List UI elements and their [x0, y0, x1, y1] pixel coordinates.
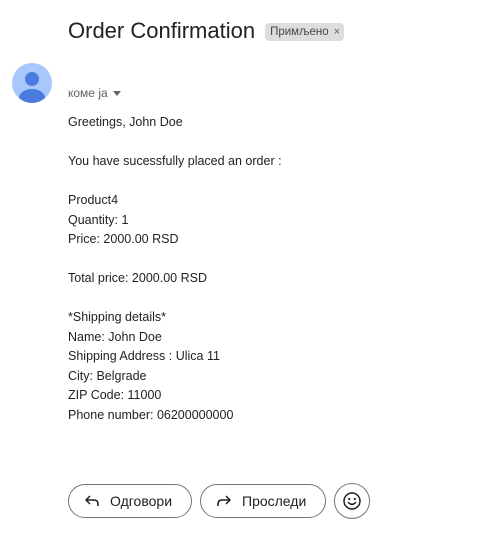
forward-button[interactable]: Проследи — [200, 484, 326, 518]
body-line: Greetings, John Doe — [68, 115, 183, 129]
body-line: *Shipping details* — [68, 310, 166, 324]
body-line: You have sucessfully placed an order : — [68, 154, 282, 168]
reply-label: Одговори — [110, 493, 173, 509]
body-line: Price: 2000.00 RSD — [68, 232, 179, 246]
reply-arrow-icon — [84, 493, 100, 509]
forward-label: Проследи — [242, 493, 307, 509]
inbox-label-text: Примљено — [270, 26, 329, 38]
email-body: Greetings, John Doe You have sucessfully … — [68, 113, 282, 425]
label-close-icon[interactable]: × — [334, 26, 340, 38]
caret-down-icon[interactable] — [112, 90, 121, 96]
sender-avatar[interactable] — [12, 63, 52, 103]
body-line: ZIP Code: 11000 — [68, 388, 162, 402]
emoji-reaction-button[interactable] — [334, 483, 370, 519]
body-line: Product4 — [68, 193, 119, 207]
inbox-label-chip[interactable]: Примљено × — [265, 23, 345, 41]
body-line: Phone number: 06200000000 — [68, 407, 234, 422]
smiley-icon — [343, 492, 361, 510]
body-line: Shipping Address : Ulica 11 — [68, 349, 220, 363]
email-actions: Одговори Проследи — [68, 483, 370, 519]
person-icon — [19, 72, 45, 103]
body-line: Total price: 2000.00 RSD — [68, 271, 207, 285]
body-line: Quantity: 1 — [68, 212, 129, 227]
subject-row: Order Confirmation Примљено × — [68, 16, 345, 46]
email-subject: Order Confirmation — [68, 18, 256, 43]
reply-button[interactable]: Одговори — [68, 484, 192, 518]
recipient-details-toggle[interactable]: коме ја — [68, 86, 121, 100]
forward-arrow-icon — [216, 493, 232, 509]
recipient-text: коме ја — [68, 86, 108, 100]
email-view: Order Confirmation Примљено × коме ја Gr… — [0, 0, 478, 548]
body-line: Name: John Doe — [68, 329, 162, 344]
body-line: City: Belgrade — [68, 368, 147, 383]
